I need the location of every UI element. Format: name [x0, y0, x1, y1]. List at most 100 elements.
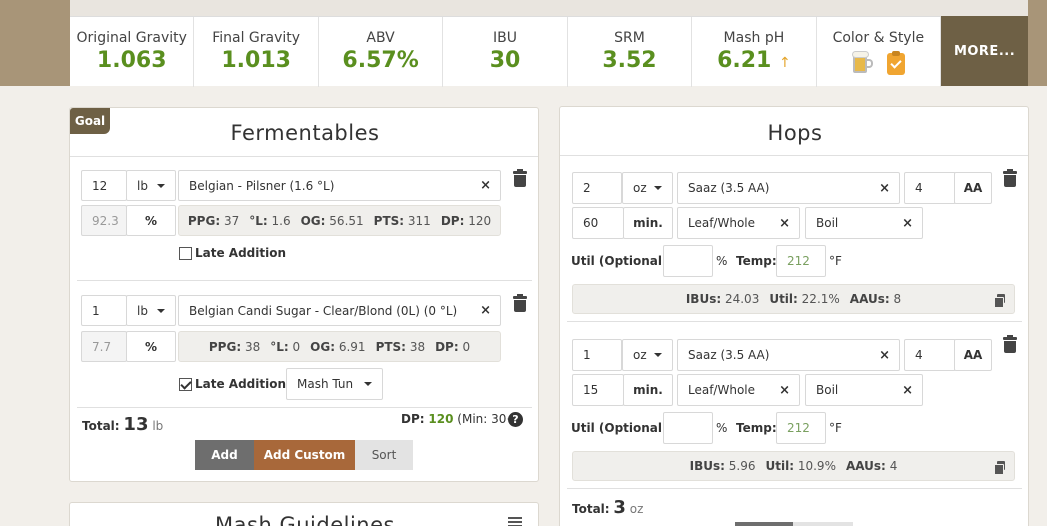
stat-label: Mash pH [723, 30, 785, 46]
more-button[interactable]: MORE... [941, 16, 1029, 86]
stat-value: 5.96 [728, 459, 756, 473]
stat-value: 30 [489, 48, 521, 73]
util-label: Util (Optional): [571, 421, 673, 435]
stat-label: IBUs: [689, 459, 725, 473]
dp-stat: DP: 0 [435, 340, 470, 354]
late-addition-checkbox[interactable]: Late Addition [179, 246, 286, 260]
clear-icon[interactable]: × [779, 216, 790, 231]
sort-hops-button[interactable] [793, 522, 853, 526]
add-button[interactable]: Add [195, 440, 254, 470]
divider [70, 156, 538, 157]
chevron-down-icon [157, 183, 165, 188]
mash-ph-value: 6.21 [717, 48, 772, 73]
menu-icon[interactable] [508, 517, 522, 526]
divider [77, 407, 532, 408]
trash-icon[interactable] [513, 294, 527, 312]
aa-label: AA [954, 339, 992, 371]
clipboard-check-icon[interactable] [887, 51, 906, 75]
hop-amount-input[interactable]: 2 [572, 172, 622, 204]
fermentable-percent-input[interactable]: 92.3 [81, 205, 127, 236]
hop-unit-select[interactable]: oz [622, 339, 673, 371]
stat-final-gravity: Final Gravity 1.013 [194, 17, 319, 87]
add-custom-button[interactable]: Add Custom [254, 440, 355, 470]
hops-panel: Hops 2 oz Saaz (3.5 AA) × 4 AA 60 min. Le… [559, 106, 1029, 526]
fermentable-info: PPG: 38 °L: 0 OG: 6.91 PTS: 38 DP: 0 [178, 331, 501, 362]
stat-label: DP: [435, 339, 459, 354]
stat-value: 37 [223, 213, 240, 228]
copy-icon[interactable] [994, 461, 1005, 475]
arrow-up-icon: ↑ [779, 55, 791, 71]
stat-mash-ph[interactable]: Mash pH 6.21 ↑ [692, 17, 817, 87]
stat-label: IBUs: [685, 292, 722, 306]
util-unit: % [716, 254, 728, 268]
mash-guidelines-title: Mash Guidelines [215, 513, 395, 526]
stat-original-gravity: Original Gravity 1.063 [70, 17, 195, 87]
lovibond-stat: °L: 0 [270, 340, 300, 354]
late-addition-when-select[interactable]: Mash Tun [286, 368, 383, 400]
trash-icon[interactable] [513, 169, 527, 187]
clear-icon[interactable]: × [902, 383, 913, 398]
trash-icon[interactable] [1003, 335, 1017, 353]
add-hop-button[interactable] [735, 522, 793, 526]
hop-unit-select[interactable]: oz [622, 172, 673, 204]
hop-use-field[interactable]: Boil × [805, 207, 923, 239]
unit-value: lb [137, 178, 148, 193]
og-stat: OG: 56.51 [301, 214, 364, 228]
temp-input[interactable]: 212 [776, 245, 826, 277]
hop-aa-input[interactable]: 4 [904, 339, 956, 371]
fermentable-unit-select[interactable]: lb [126, 295, 176, 326]
ppg-stat: PPG: 37 [188, 214, 239, 228]
sort-button[interactable]: Sort [355, 440, 413, 470]
hop-time-input[interactable]: 15 [572, 374, 624, 406]
clear-icon[interactable]: × [779, 383, 790, 398]
fermentable-info: PPG: 37 °L: 1.6 OG: 56.51 PTS: 311 DP: 1… [178, 205, 501, 236]
fermentable-name-field[interactable]: Belgian - Pilsner (1.6 °L) × [178, 170, 501, 201]
percent-toggle[interactable]: % [126, 331, 176, 362]
hop-name-field[interactable]: Saaz (3.5 AA) × [677, 339, 900, 371]
percent-toggle[interactable]: % [126, 205, 176, 236]
hop-amount-input[interactable]: 1 [572, 339, 622, 371]
clear-icon[interactable]: × [879, 348, 890, 363]
hop-use: Boil [816, 383, 839, 397]
help-icon[interactable]: ? [508, 412, 523, 427]
stat-value: 1.063 [96, 48, 167, 73]
temp-input[interactable]: 212 [776, 412, 826, 444]
stat-abv: ABV 6.57% [319, 17, 444, 87]
util-input[interactable] [663, 412, 713, 444]
late-addition-checkbox[interactable]: Late Addition [179, 377, 286, 391]
dp-value: 120 [428, 412, 454, 426]
fermentables-panel: Goal Fermentables 12 lb Belgian - Pilsne… [69, 107, 539, 482]
stat-label: Color & Style [832, 30, 925, 46]
stat-label: Original Gravity [76, 30, 187, 46]
stat-value: 24.03 [724, 292, 760, 306]
hop-name-field[interactable]: Saaz (3.5 AA) × [677, 172, 900, 204]
stat-color-style: Color & Style [817, 17, 942, 87]
hop-form-field[interactable]: Leaf/Whole × [677, 374, 800, 406]
clear-icon[interactable]: × [879, 181, 890, 196]
aaus-stat: AAUs: 8 [850, 292, 901, 306]
time-unit: min. [623, 374, 673, 406]
hop-aa-input[interactable]: 4 [904, 172, 956, 204]
stat-label: Util: [765, 459, 795, 473]
stat-label: OG: [310, 339, 336, 354]
hop-form-field[interactable]: Leaf/Whole × [677, 207, 800, 239]
hop-info: IBUs: 5.96 Util: 10.9% AAUs: 4 [572, 451, 1015, 481]
dp-label: DP: [401, 412, 425, 426]
fermentable-amount-input[interactable]: 12 [81, 170, 127, 201]
fermentable-percent-input[interactable]: 7.7 [81, 331, 127, 362]
ibus-stat: IBUs: 24.03 [686, 292, 759, 306]
hop-time-input[interactable]: 60 [572, 207, 624, 239]
clear-icon[interactable]: × [480, 178, 491, 193]
fermentable-unit-select[interactable]: lb [126, 170, 176, 201]
clear-icon[interactable]: × [902, 216, 913, 231]
fermentable-amount-input[interactable]: 1 [81, 295, 127, 326]
util-input[interactable] [663, 245, 713, 277]
fermentables-title: Fermentables [230, 121, 380, 145]
hop-use-field[interactable]: Boil × [805, 374, 923, 406]
clear-icon[interactable]: × [480, 303, 491, 318]
fermentable-name-field[interactable]: Belgian Candi Sugar - Clear/Blond (0L) (… [178, 295, 501, 326]
stat-srm: SRM 3.52 [568, 17, 693, 87]
copy-icon[interactable] [994, 294, 1005, 308]
temp-unit: °F [829, 254, 842, 268]
trash-icon[interactable] [1003, 169, 1017, 187]
